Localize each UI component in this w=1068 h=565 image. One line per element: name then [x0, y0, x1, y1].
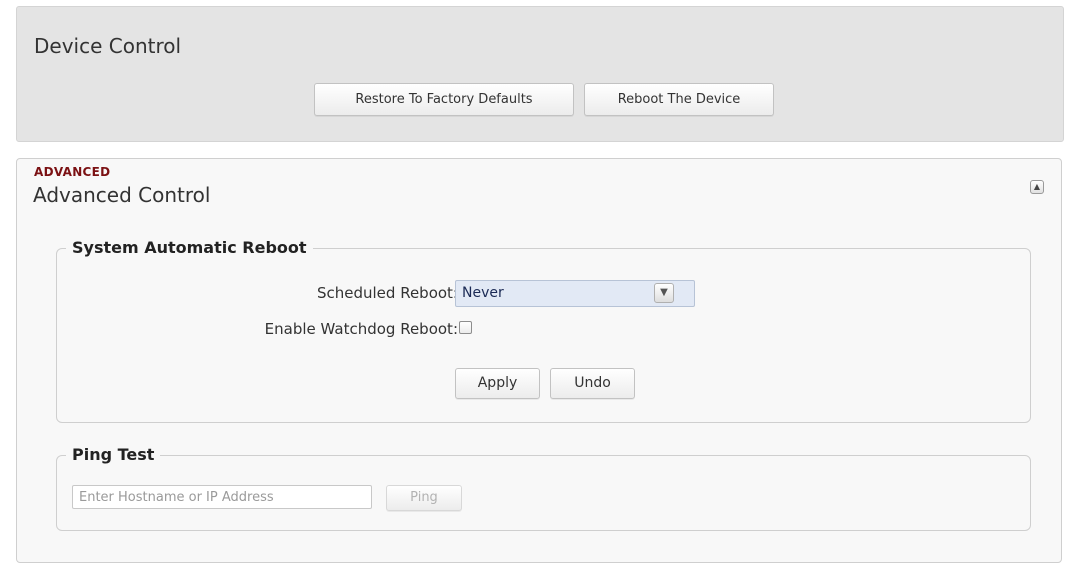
- device-control-panel: Device Control Restore To Factory Defaul…: [16, 6, 1064, 142]
- scheduled-reboot-value: Never: [462, 285, 504, 301]
- advanced-tag: ADVANCED: [34, 165, 111, 179]
- scheduled-reboot-select[interactable]: Never ▼: [455, 280, 695, 307]
- ping-test-fieldset: Ping Test Ping: [56, 445, 1031, 531]
- ping-button[interactable]: Ping: [386, 485, 462, 511]
- advanced-control-title: Advanced Control: [33, 183, 211, 207]
- auto-reboot-legend: System Automatic Reboot: [66, 238, 313, 257]
- watchdog-reboot-checkbox[interactable]: [459, 321, 472, 334]
- undo-button[interactable]: Undo: [550, 368, 635, 399]
- auto-reboot-fieldset: System Automatic Reboot Scheduled Reboot…: [56, 238, 1031, 423]
- hostname-input[interactable]: [72, 485, 372, 509]
- reboot-device-button[interactable]: Reboot The Device: [584, 83, 774, 116]
- ping-test-legend: Ping Test: [66, 445, 161, 464]
- advanced-control-panel: ADVANCED Advanced Control ▲ System Autom…: [16, 158, 1062, 563]
- apply-button[interactable]: Apply: [455, 368, 540, 399]
- scheduled-reboot-label: Scheduled Reboot:: [316, 284, 458, 302]
- device-control-title: Device Control: [34, 34, 182, 58]
- watchdog-reboot-label: Enable Watchdog Reboot:: [264, 320, 458, 338]
- restore-defaults-button[interactable]: Restore To Factory Defaults: [314, 83, 574, 116]
- chevron-down-icon[interactable]: ▼: [654, 283, 674, 303]
- chevron-up-icon[interactable]: ▲: [1030, 180, 1044, 194]
